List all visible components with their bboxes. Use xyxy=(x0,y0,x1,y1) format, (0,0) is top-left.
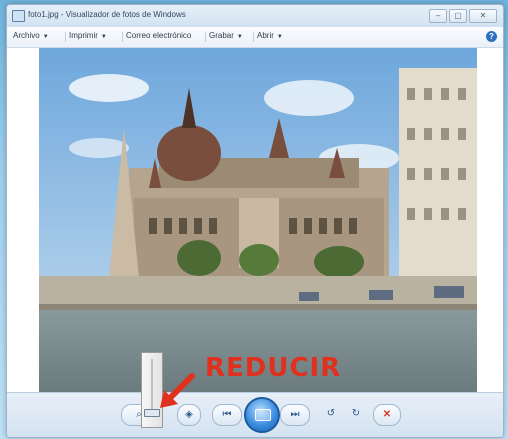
window-title: foto1.jpg - Visualizador de fotos de Win… xyxy=(28,10,186,19)
image-viewport xyxy=(7,48,503,392)
photo-image xyxy=(39,48,477,392)
red-arrow-icon xyxy=(160,373,195,408)
menu-grabar[interactable]: Grabar ▼ xyxy=(209,31,243,40)
chevron-down-icon: ▼ xyxy=(42,34,49,40)
menu-separator xyxy=(253,32,254,42)
previous-icon[interactable]: ⏮ xyxy=(212,404,242,426)
menu-archivo-label: Archivo xyxy=(13,31,40,40)
slideshow-icon[interactable] xyxy=(244,397,280,433)
chevron-down-icon: ▼ xyxy=(100,34,107,40)
zoom-slider-track xyxy=(151,359,153,411)
close-button[interactable]: ✕ xyxy=(469,9,497,23)
maximize-button[interactable]: ▢ xyxy=(449,9,467,23)
bottom-toolbar: ⌕ ◈ ⏮ ⏭ ↺ ↻ ✕ xyxy=(7,392,503,437)
menu-separator xyxy=(205,32,206,42)
chevron-down-icon: ▼ xyxy=(236,34,243,40)
chevron-down-icon: ▼ xyxy=(276,34,283,40)
menu-imprimir-label: Imprimir xyxy=(69,31,98,40)
menu-archivo[interactable]: Archivo ▼ xyxy=(13,31,49,40)
help-icon[interactable]: ? xyxy=(486,31,497,42)
delete-icon[interactable]: ✕ xyxy=(373,404,401,426)
menu-grabar-label: Grabar xyxy=(209,31,234,40)
menu-correo-label: Correo electrónico xyxy=(126,31,192,40)
rotate-counterclockwise-icon[interactable]: ↺ xyxy=(320,404,342,424)
annotation-label: REDUCIR xyxy=(205,353,342,383)
next-icon[interactable]: ⏭ xyxy=(280,404,310,426)
menu-separator xyxy=(65,32,66,42)
menu-abrir[interactable]: Abrir ▼ xyxy=(257,31,283,40)
minimize-button[interactable]: – xyxy=(429,9,447,23)
menu-separator xyxy=(122,32,123,42)
title-bar: foto1.jpg - Visualizador de fotos de Win… xyxy=(7,5,503,28)
menu-abrir-label: Abrir xyxy=(257,31,274,40)
menu-bar: Archivo ▼ Imprimir ▼ Correo electrónico Gr… xyxy=(7,27,503,48)
app-icon xyxy=(12,10,25,22)
photo xyxy=(39,48,477,392)
menu-correo[interactable]: Correo electrónico xyxy=(126,31,191,40)
rotate-clockwise-icon[interactable]: ↻ xyxy=(345,404,367,424)
slideshow-screen-icon xyxy=(255,409,271,421)
menu-imprimir[interactable]: Imprimir ▼ xyxy=(69,31,107,40)
